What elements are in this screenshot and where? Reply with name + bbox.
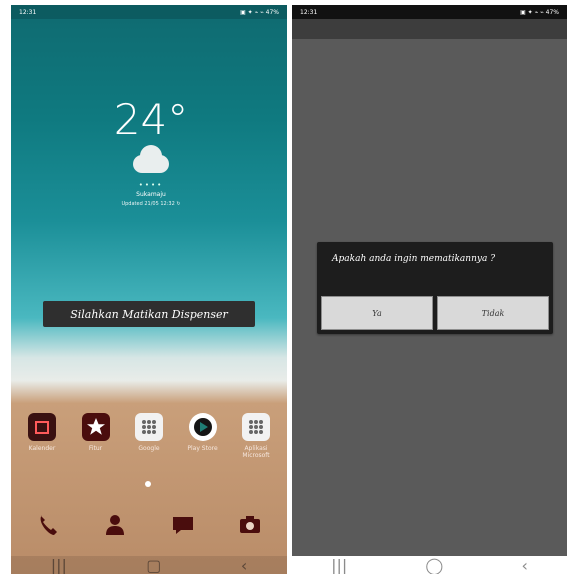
status-bar: 12:31 ▣ ✦ ⌁ ⌁ 47% (11, 5, 287, 19)
grid-icon (135, 413, 163, 441)
back-icon[interactable]: ‹ (522, 556, 528, 574)
phone-icon[interactable] (31, 510, 65, 540)
rain-drops-icon: •••• (138, 181, 164, 189)
toast-message: Silahkan Matikan Dispenser (43, 301, 255, 327)
left-phone-screen: 12:31 ▣ ✦ ⌁ ⌁ 47% 24° •••• Sukamaju Upda… (11, 5, 287, 574)
home-icon[interactable]: ▢ (146, 556, 161, 574)
app-bar (292, 19, 567, 39)
contacts-icon[interactable] (98, 510, 132, 540)
app-label: Kalender (28, 445, 56, 452)
status-bar: 12:31 ▣ ✦ ⌁ ⌁ 47% (292, 5, 567, 19)
weather-widget[interactable]: 24° •••• Sukamaju Updated 21/05 12:32 ↻ (81, 95, 221, 208)
no-button[interactable]: Tidak (437, 296, 549, 330)
navigation-bar: ||| ◯ ‹ (292, 556, 567, 574)
app-google[interactable]: Google (124, 413, 174, 459)
play-icon (188, 413, 217, 441)
app-label: Aplikasi Microsoft (242, 445, 270, 459)
yes-button[interactable]: Ya (321, 296, 433, 330)
app-label: Google (138, 445, 160, 452)
status-time: 12:31 (300, 8, 318, 16)
page-indicator (145, 481, 151, 487)
grid-icon (242, 413, 270, 441)
recents-icon[interactable]: ||| (51, 556, 67, 574)
updated-time: Updated 21/05 12:32 ↻ (121, 201, 181, 207)
app-label: Play Store (187, 445, 218, 452)
calendar-icon (28, 413, 56, 441)
app-row: Kalender Fitur Google Play Store Aplikas… (17, 413, 281, 459)
confirm-dialog: Apakah anda ingin mematikannya ? Ya Tida… (317, 242, 553, 334)
app-microsoft[interactable]: Aplikasi Microsoft (231, 413, 281, 459)
back-icon[interactable]: ‹ (241, 556, 247, 574)
app-play-store[interactable]: Play Store (178, 413, 228, 459)
app-label: Fitur (88, 445, 103, 452)
dialog-buttons: Ya Tidak (321, 296, 549, 330)
right-phone-screen: 12:31 ▣ ✦ ⌁ ⌁ 47% Apakah anda ingin mema… (292, 5, 567, 574)
temperature: 24° (113, 95, 189, 144)
status-right: ▣ ✦ ⌁ ⌁ 47% (240, 8, 279, 16)
message-icon[interactable] (166, 510, 200, 540)
camera-icon[interactable] (233, 510, 267, 540)
star-icon (81, 413, 110, 441)
dock (31, 510, 267, 540)
recents-icon[interactable]: ||| (331, 556, 347, 574)
location: Sukamaju (136, 191, 166, 198)
app-fitur[interactable]: Fitur (71, 413, 121, 459)
cloud-icon (123, 143, 179, 181)
status-right: ▣ ✦ ⌁ ⌁ 47% (520, 8, 559, 16)
home-icon[interactable]: ◯ (425, 556, 443, 574)
dialog-message: Apakah anda ingin mematikannya ? (332, 254, 496, 264)
status-time: 12:31 (19, 8, 37, 16)
navigation-bar: ||| ▢ ‹ (11, 556, 287, 574)
app-calendar[interactable]: Kalender (17, 413, 67, 459)
